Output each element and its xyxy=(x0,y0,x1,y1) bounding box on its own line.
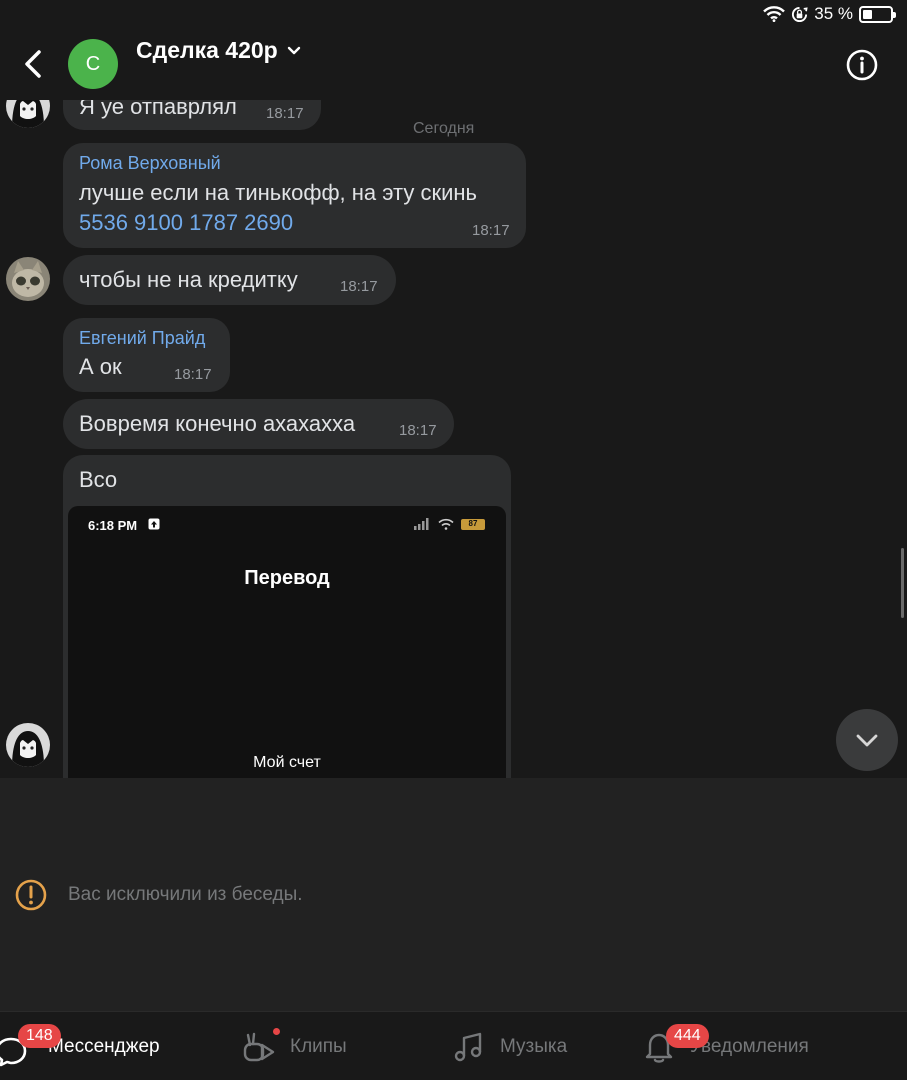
chat-title-text: Сделка 420р xyxy=(136,37,278,63)
bottom-tab-bar: 148 Мессенджер Клипы Музыка 444 Уведомле… xyxy=(0,1011,907,1080)
wifi-icon xyxy=(763,6,786,22)
cat-avatar-image xyxy=(6,257,50,301)
chat-title[interactable]: Сделка 420р xyxy=(136,37,302,64)
message-time: 18:17 xyxy=(472,222,510,239)
tab-music-label: Музыка xyxy=(500,1035,568,1057)
screenshot-battery: 87 xyxy=(461,519,485,530)
message-text: Всо xyxy=(79,467,118,492)
message-bubble[interactable]: Я уе отпаврлял 18:17 xyxy=(63,100,321,130)
clips-icon xyxy=(242,1027,280,1064)
message-bubble[interactable]: Евгений Прайд А ок 18:17 xyxy=(63,318,230,392)
tab-music[interactable]: Музыка xyxy=(452,1012,567,1080)
attached-screenshot[interactable]: 6:18 PM 87 Перевод Мой счет xyxy=(68,506,506,778)
tab-notifications[interactable]: 444 Уведомления xyxy=(642,1012,809,1080)
sender-name[interactable]: Евгений Прайд xyxy=(79,328,205,349)
message-text: чтобы не на кредитку xyxy=(79,267,298,292)
screenshot-wifi-icon xyxy=(438,518,454,530)
signal-icon xyxy=(414,518,429,530)
day-separator: Сегодня xyxy=(413,120,475,137)
chat-avatar[interactable]: С xyxy=(68,39,118,89)
warning-icon xyxy=(15,879,47,911)
status-bar: 35 % xyxy=(0,0,907,28)
scrollbar[interactable] xyxy=(901,548,904,618)
message-text: Вовремя конечно ахахахха xyxy=(79,411,356,436)
notifications-badge: 444 xyxy=(666,1023,709,1048)
tab-messenger-label: Мессенджер xyxy=(48,1035,160,1057)
message-bubble[interactable]: чтобы не на кредитку 18:17 xyxy=(63,255,396,305)
message-time: 18:17 xyxy=(340,278,378,295)
battery-icon xyxy=(859,5,896,23)
sender-avatar[interactable] xyxy=(6,257,50,301)
tab-messenger[interactable]: 148 Мессенджер xyxy=(0,1012,160,1080)
messenger-badge: 148 xyxy=(18,1023,61,1048)
chevron-down-icon xyxy=(287,46,300,54)
bell-icon: 444 xyxy=(642,1023,709,1064)
clips-new-dot xyxy=(273,1027,280,1035)
message-text: Я уе отпаврлял xyxy=(79,100,237,119)
orientation-lock-icon xyxy=(792,6,808,22)
anime-avatar-image xyxy=(6,100,50,128)
message-time: 18:17 xyxy=(266,105,304,122)
tab-clips-label: Клипы xyxy=(290,1035,347,1057)
screenshot-account-label: Мой счет xyxy=(253,754,321,771)
chat-header: С Сделка 420р xyxy=(0,28,907,100)
message-text: А ок xyxy=(79,354,122,379)
sender-avatar[interactable] xyxy=(6,723,50,767)
card-number-link[interactable]: 5536 9100 1787 2690 xyxy=(79,208,293,238)
screenshot-battery-level: 87 xyxy=(468,519,478,528)
status-indicators: 35 % xyxy=(763,4,896,24)
message-time: 18:17 xyxy=(399,422,437,439)
info-icon xyxy=(846,49,878,81)
battery-fill xyxy=(863,9,873,19)
chevron-left-icon xyxy=(25,50,41,78)
battery-percent: 35 % xyxy=(814,4,853,23)
tab-clips[interactable]: Клипы xyxy=(242,1012,347,1080)
message-text: лучше если на тинькофф, на эту скинь xyxy=(79,180,477,205)
message-bubble[interactable]: Вовремя конечно ахахахха 18:17 xyxy=(63,399,454,449)
messenger-icon: 148 xyxy=(0,1023,61,1066)
back-button[interactable] xyxy=(16,46,52,82)
music-icon xyxy=(452,1030,486,1064)
message-time: 18:17 xyxy=(174,366,212,383)
sender-avatar[interactable] xyxy=(6,100,50,128)
scroll-to-bottom-button[interactable] xyxy=(836,709,898,771)
message-list[interactable]: Я уе отпаврлял 18:17 Сегодня Рома Верхов… xyxy=(0,100,907,778)
message-bubble[interactable]: Рома Верховный лучше если на тинькофф, н… xyxy=(63,143,526,248)
message-bubble[interactable]: Всо 6:18 PM 87 Перевод Мой счет xyxy=(63,455,511,778)
chevron-down-icon xyxy=(856,734,878,747)
kicked-notice: Вас исключили из беседы. xyxy=(68,884,303,905)
screenshot-title: Перевод xyxy=(244,567,330,589)
sender-name[interactable]: Рома Верховный xyxy=(79,153,221,174)
screenshot-clock: 6:18 PM xyxy=(88,518,138,533)
anime-avatar-image xyxy=(6,723,50,767)
upload-arrow-icon xyxy=(148,518,160,530)
composer-area: Вас исключили из беседы. xyxy=(0,778,907,1011)
info-button[interactable] xyxy=(845,48,879,82)
